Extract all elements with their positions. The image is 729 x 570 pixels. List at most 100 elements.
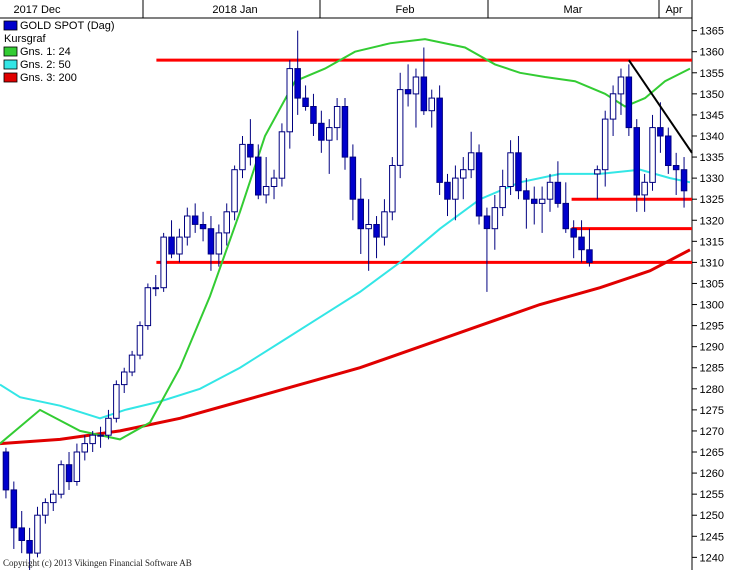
candle-body <box>223 211 230 234</box>
y-tick-label: 1320 <box>700 215 724 227</box>
candle-body <box>381 211 388 238</box>
candle-body <box>594 169 601 175</box>
legend-swatch <box>3 72 18 83</box>
y-tick-label: 1265 <box>700 447 724 459</box>
y-tick-label: 1325 <box>700 194 724 206</box>
candle-body <box>310 106 317 124</box>
candle-body <box>649 127 656 183</box>
candle-body <box>538 198 546 204</box>
month-label: Apr <box>665 4 682 16</box>
candle-body <box>326 127 333 141</box>
candle-body <box>641 181 648 196</box>
candle-body <box>633 127 640 196</box>
candle-body <box>18 527 25 542</box>
y-tick-label: 1275 <box>700 405 724 417</box>
candle-body <box>523 190 530 200</box>
candle-body <box>452 177 459 200</box>
candle-body <box>570 228 577 238</box>
candle-body <box>389 165 396 213</box>
candle-body <box>73 451 81 482</box>
candle-body <box>152 287 159 290</box>
candle-body <box>680 169 688 192</box>
legend-swatch <box>3 20 18 31</box>
candle <box>136 321 144 360</box>
candle-body <box>34 514 41 554</box>
candle-body <box>199 224 207 230</box>
candle-body <box>420 76 428 112</box>
candle <box>389 157 396 221</box>
candle-body <box>136 325 144 356</box>
month-label: 2017 Dec <box>13 4 61 16</box>
candle-body <box>404 89 412 95</box>
candle-body <box>467 152 475 171</box>
y-tick-label: 1285 <box>700 363 724 375</box>
candle-body <box>601 118 609 171</box>
candle-body <box>105 417 112 436</box>
candle-body <box>491 207 499 230</box>
candle-body <box>113 384 120 419</box>
y-tick-label: 1330 <box>700 173 724 185</box>
y-tick-label: 1350 <box>700 89 724 101</box>
candle-body <box>554 181 562 204</box>
y-tick-label: 1340 <box>700 131 724 143</box>
legend-label: Gns. 2: 50 <box>20 59 71 71</box>
y-tick-label: 1335 <box>700 152 724 164</box>
candle-body <box>42 502 49 516</box>
candle-body <box>97 434 104 437</box>
candle-body <box>349 156 357 200</box>
month-label: Mar <box>564 4 583 16</box>
candle <box>128 350 136 377</box>
candle-body <box>191 215 199 225</box>
candle-body <box>515 152 522 192</box>
candle-body <box>10 489 18 529</box>
candle-body <box>2 451 10 491</box>
candle-body <box>357 198 364 230</box>
candle-body <box>215 232 223 255</box>
legend-swatch <box>3 46 18 57</box>
candle-body <box>144 287 152 327</box>
y-tick-label: 1240 <box>700 552 724 564</box>
candle-body <box>657 127 664 137</box>
legend-label: Kursgraf <box>4 33 47 45</box>
candle <box>231 165 238 221</box>
candle-body <box>262 186 270 196</box>
y-tick-label: 1280 <box>700 384 724 396</box>
candle-body <box>460 169 467 179</box>
y-tick-label: 1305 <box>700 278 724 290</box>
candle-body <box>270 177 278 188</box>
candle-body <box>81 443 88 453</box>
y-axis: 1240 1245 1250 1255 1260 1265 1270 1275 1280 1285… <box>692 26 724 564</box>
candle <box>160 232 167 292</box>
candle <box>278 123 286 187</box>
candle-body <box>373 224 380 238</box>
legend-label: GOLD SPOT (Dag) <box>20 20 115 32</box>
candle-body <box>121 371 128 386</box>
candle-body <box>365 224 372 230</box>
y-tick-label: 1345 <box>700 110 724 122</box>
candle-body <box>672 165 680 171</box>
candle-body <box>412 76 420 95</box>
candle-body <box>286 68 293 133</box>
y-tick-label: 1270 <box>700 426 724 438</box>
candle-body <box>89 434 96 445</box>
candle-body <box>562 202 569 230</box>
legend-swatch <box>3 59 18 70</box>
candle-body <box>57 464 65 495</box>
gold-spot-chart: 2017 Dec 2018 Jan Feb Mar Apr 12401245125012… <box>0 0 724 570</box>
y-tick-label: 1290 <box>700 342 724 354</box>
candle-body <box>396 89 404 166</box>
candle-body <box>231 169 238 213</box>
y-tick-label: 1245 <box>700 531 724 543</box>
header-bar <box>0 0 692 18</box>
candle-body <box>176 236 183 255</box>
candle-body <box>318 122 325 141</box>
candle-body <box>302 97 309 107</box>
candle-body <box>50 493 57 504</box>
y-tick-label: 1250 <box>700 510 724 522</box>
candle-body <box>665 135 672 166</box>
candle-body <box>160 236 167 289</box>
candle-body <box>609 93 617 120</box>
candle-body <box>333 106 341 129</box>
y-tick-label: 1355 <box>700 68 724 80</box>
candle-body <box>586 249 593 263</box>
